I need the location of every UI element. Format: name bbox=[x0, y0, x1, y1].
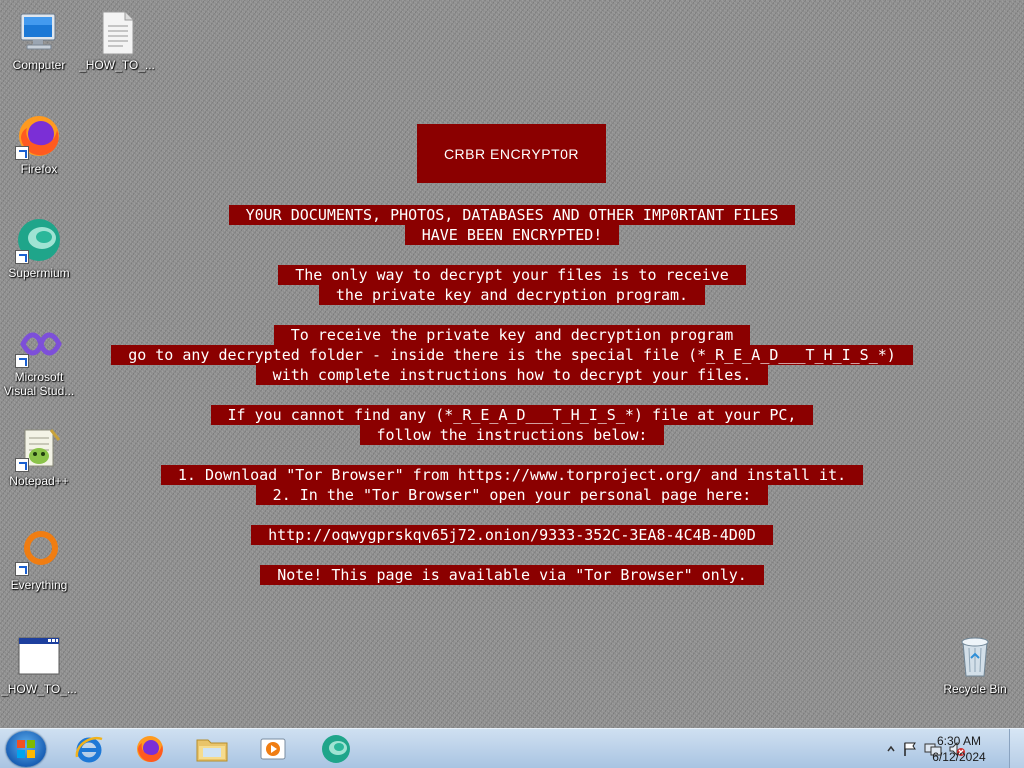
windows-logo-icon bbox=[17, 740, 35, 758]
note-title: CRBR ENCRYPT0R bbox=[417, 124, 606, 183]
taskbar-firefox[interactable] bbox=[123, 731, 177, 767]
desktop-icon-firefox[interactable]: Firefox bbox=[1, 112, 77, 176]
file-explorer-icon bbox=[196, 739, 228, 762]
taskbar-clock[interactable]: 6:30 AM 6/12/2024 bbox=[924, 733, 994, 765]
taskbar: 6:30 AM 6/12/2024 bbox=[0, 728, 1024, 768]
note-line: 2. In the "Tor Browser" open your person… bbox=[0, 485, 1024, 505]
shortcut-arrow-icon bbox=[15, 146, 29, 160]
note-line: Y0UR DOCUMENTS, PHOTOS, DATABASES AND OT… bbox=[0, 205, 1024, 225]
desktop-icon-label: _HOW_TO_... bbox=[1, 682, 77, 696]
taskbar-media-player[interactable] bbox=[246, 731, 300, 767]
taskbar-supermium[interactable] bbox=[309, 731, 363, 767]
desktop-icon-recycle-bin[interactable]: Recycle Bin bbox=[937, 632, 1013, 696]
note-line: To receive the private key and decryptio… bbox=[0, 325, 1024, 345]
note-line: the private key and decryption program. bbox=[0, 285, 1024, 305]
desktop-icon-how-to-text[interactable]: _HOW_TO_... bbox=[79, 8, 155, 72]
taskbar-internet-explorer[interactable] bbox=[62, 731, 116, 767]
computer-icon bbox=[15, 8, 63, 56]
note-line: with complete instructions how to decryp… bbox=[0, 365, 1024, 385]
show-hidden-icons-chevron[interactable] bbox=[886, 744, 896, 754]
clock-date: 6/12/2024 bbox=[932, 750, 986, 764]
text-file-icon bbox=[93, 8, 141, 56]
note-onion-url: http://oqwygprskqv65j72.onion/9333-352C-… bbox=[0, 525, 1024, 545]
clock-time: 6:30 AM bbox=[936, 734, 982, 748]
desktop-icon-how-to-window[interactable]: _HOW_TO_... bbox=[1, 632, 77, 696]
note-line: If you cannot find any (*_R_E_A_D___T_H_… bbox=[0, 405, 1024, 425]
firefox-icon bbox=[15, 112, 63, 160]
supermium-icon bbox=[322, 735, 350, 763]
firefox-icon bbox=[137, 736, 163, 762]
show-desktop-button[interactable] bbox=[1009, 729, 1024, 768]
desktop-icon-label: Firefox bbox=[20, 162, 58, 176]
desktop-icon-label: _HOW_TO_... bbox=[79, 58, 155, 72]
note-line: 1. Download "Tor Browser" from https://w… bbox=[0, 465, 1024, 485]
taskbar-file-explorer[interactable] bbox=[185, 731, 239, 767]
note-line: Note! This page is available via "Tor Br… bbox=[0, 565, 1024, 585]
desktop-icon-computer[interactable]: Computer bbox=[1, 8, 77, 72]
note-line: The only way to decrypt your files is to… bbox=[0, 265, 1024, 285]
window-file-icon bbox=[15, 632, 63, 680]
internet-explorer-icon bbox=[75, 736, 103, 763]
note-line: follow the instructions below: bbox=[0, 425, 1024, 445]
start-button[interactable] bbox=[6, 731, 46, 767]
media-player-icon bbox=[260, 738, 286, 760]
recycle-bin-icon bbox=[951, 632, 999, 680]
desktop-icon-label: Recycle Bin bbox=[943, 682, 1007, 696]
note-line: HAVE BEEN ENCRYPTED! bbox=[0, 225, 1024, 245]
shortcut-arrow-icon bbox=[15, 250, 29, 264]
action-center-flag-icon[interactable] bbox=[902, 741, 918, 757]
note-line: go to any decrypted folder - inside ther… bbox=[0, 345, 1024, 365]
desktop-icon-label: Computer bbox=[12, 58, 66, 72]
